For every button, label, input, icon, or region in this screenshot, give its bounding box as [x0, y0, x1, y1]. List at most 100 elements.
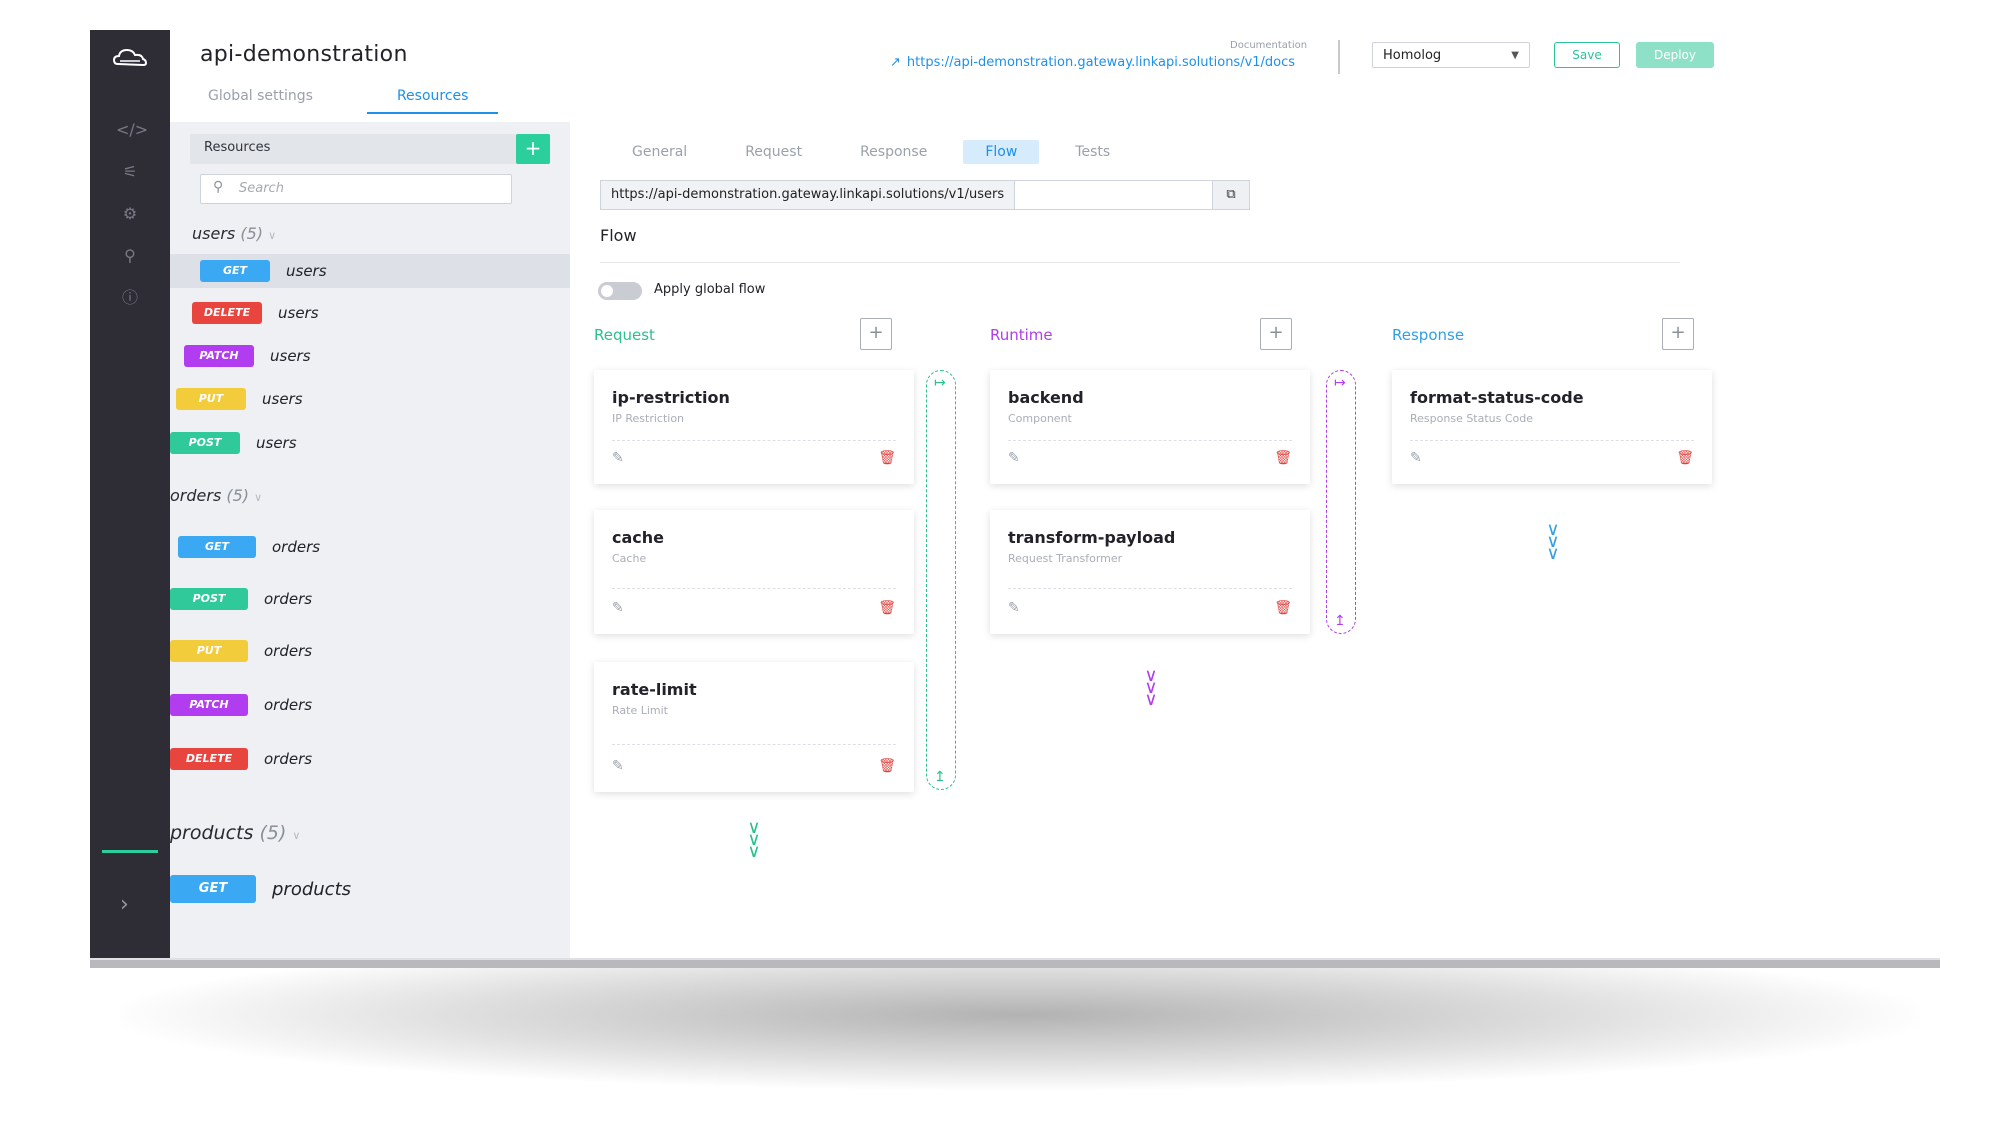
resource-name: users	[270, 347, 311, 365]
edit-icon[interactable]: ✎	[1008, 450, 1020, 466]
arrow-up-icon: ↥	[1334, 613, 1346, 629]
external-link-icon: ↗	[890, 55, 901, 70]
tab-global-settings[interactable]: Global settings	[204, 88, 317, 114]
card-divider	[612, 440, 896, 441]
add-request-step-button[interactable]: +	[860, 318, 892, 350]
group-count: (5)	[240, 224, 263, 243]
card-divider	[1008, 440, 1292, 441]
edit-icon[interactable]: ✎	[612, 600, 624, 616]
resource-item[interactable]: PATCH users	[184, 339, 311, 373]
add-resource-button[interactable]: +	[516, 134, 550, 164]
documentation-url[interactable]: https://api-demonstration.gateway.linkap…	[907, 55, 1295, 70]
flow-card[interactable]: cache Cache ✎ 🗑	[594, 510, 914, 634]
method-badge-delete: DELETE	[170, 748, 248, 770]
card-type: Request Transformer	[1008, 552, 1123, 565]
tab-resources[interactable]: Resources	[366, 88, 499, 114]
cloud-logo-icon[interactable]	[110, 44, 150, 72]
card-divider	[1008, 588, 1292, 589]
resource-item[interactable]: DELETE users	[192, 296, 319, 330]
card-name: ip-restriction	[612, 388, 730, 407]
flow-card[interactable]: format-status-code Response Status Code …	[1392, 370, 1712, 484]
resources-panel: Resources + ⚲ Search users (5) ∨ GET use…	[170, 122, 571, 958]
environment-select[interactable]: Homolog ▼	[1372, 42, 1530, 68]
trash-icon[interactable]: 🗑	[1676, 450, 1694, 466]
card-type: Rate Limit	[612, 704, 668, 717]
resource-item[interactable]: PATCH orders	[170, 688, 312, 722]
resource-item[interactable]: GET users	[170, 254, 570, 288]
resource-name: orders	[272, 538, 321, 556]
trash-icon[interactable]: 🗑	[878, 758, 896, 774]
resource-name: orders	[264, 750, 313, 768]
flow-card[interactable]: backend Component ✎ 🗑	[990, 370, 1310, 484]
arrow-right-icon: ↦	[934, 375, 946, 391]
card-divider	[612, 588, 896, 589]
method-badge-get: GET	[200, 260, 270, 282]
search-icon: ⚲	[213, 179, 224, 195]
card-type: Cache	[612, 552, 647, 565]
endpoint-url: https://api-demonstration.gateway.linkap…	[601, 181, 1016, 209]
group-name: products	[170, 822, 254, 844]
key-icon[interactable]: ⚲	[116, 242, 144, 270]
card-name: rate-limit	[612, 680, 697, 699]
chevron-down-icon: ∨	[292, 829, 301, 842]
flow-card[interactable]: transform-payload Request Transformer ✎ …	[990, 510, 1310, 634]
edit-icon[interactable]: ✎	[612, 450, 624, 466]
arrow-up-icon: ↥	[934, 769, 946, 785]
group-orders[interactable]: orders (5) ∨	[170, 486, 262, 505]
save-button[interactable]: Save	[1554, 42, 1620, 68]
trash-icon[interactable]: 🗑	[878, 600, 896, 616]
flow-card[interactable]: ip-restriction IP Restriction ✎ 🗑	[594, 370, 914, 484]
method-badge-patch: PATCH	[170, 694, 248, 716]
copy-icon[interactable]: ⧉	[1212, 181, 1249, 209]
resource-item[interactable]: POST orders	[170, 582, 312, 616]
endpoint-url-field[interactable]: https://api-demonstration.gateway.linkap…	[600, 180, 1250, 210]
card-name: transform-payload	[1008, 528, 1176, 547]
global-flow-label: Apply global flow	[654, 282, 766, 297]
trash-icon[interactable]: 🗑	[878, 450, 896, 466]
trash-icon[interactable]: 🗑	[1274, 600, 1292, 616]
resource-item[interactable]: PUT orders	[170, 634, 312, 668]
card-name: format-status-code	[1410, 388, 1584, 407]
group-name: orders	[170, 486, 222, 505]
card-divider	[1410, 440, 1694, 441]
global-flow-toggle[interactable]	[598, 282, 642, 300]
tab-request[interactable]: Request	[723, 140, 824, 164]
page-title: api-demonstration	[200, 42, 408, 67]
resource-item[interactable]: POST users	[170, 426, 297, 460]
search-input[interactable]: ⚲ Search	[200, 174, 512, 204]
group-users[interactable]: users (5) ∨	[192, 224, 276, 243]
method-badge-patch: PATCH	[184, 345, 254, 367]
add-runtime-step-button[interactable]: +	[1260, 318, 1292, 350]
resource-item[interactable]: GET orders	[178, 530, 320, 564]
flow-title: Flow	[600, 226, 637, 245]
trash-icon[interactable]: 🗑	[1274, 450, 1292, 466]
tab-response[interactable]: Response	[838, 140, 949, 164]
column-title-response: Response	[1392, 326, 1465, 344]
tab-tests[interactable]: Tests	[1053, 140, 1132, 164]
gear-icon[interactable]: ⚙	[116, 200, 144, 228]
resource-item[interactable]: DELETE orders	[170, 742, 312, 776]
help-icon[interactable]: ⓘ	[116, 284, 144, 312]
tab-general[interactable]: General	[610, 140, 709, 164]
resource-name: users	[278, 304, 319, 322]
flow-card[interactable]: rate-limit Rate Limit ✎ 🗑	[594, 662, 914, 792]
edit-icon[interactable]: ✎	[1410, 450, 1422, 466]
method-badge-get: GET	[170, 875, 256, 903]
chevron-right-icon[interactable]: ›	[120, 892, 129, 917]
code-icon[interactable]: </>	[116, 116, 148, 144]
edit-icon[interactable]: ✎	[612, 758, 624, 774]
documentation-link[interactable]: ↗ https://api-demonstration.gateway.link…	[890, 55, 1295, 70]
group-count: (5)	[226, 486, 250, 505]
resources-title: Resources	[204, 140, 271, 155]
icon-sidebar: </> ⚟ ⚙ ⚲ ⓘ ›	[90, 30, 171, 958]
search-placeholder: Search	[239, 181, 284, 196]
add-response-step-button[interactable]: +	[1662, 318, 1694, 350]
plug-icon[interactable]: ⚟	[116, 158, 144, 186]
edit-icon[interactable]: ✎	[1008, 600, 1020, 616]
tab-flow[interactable]: Flow	[963, 140, 1040, 164]
resource-item[interactable]: GET products	[170, 872, 351, 906]
resource-item[interactable]: PUT users	[176, 382, 303, 416]
group-products[interactable]: products (5) ∨	[170, 822, 300, 844]
deploy-button[interactable]: Deploy	[1636, 42, 1714, 68]
card-divider	[612, 744, 896, 745]
